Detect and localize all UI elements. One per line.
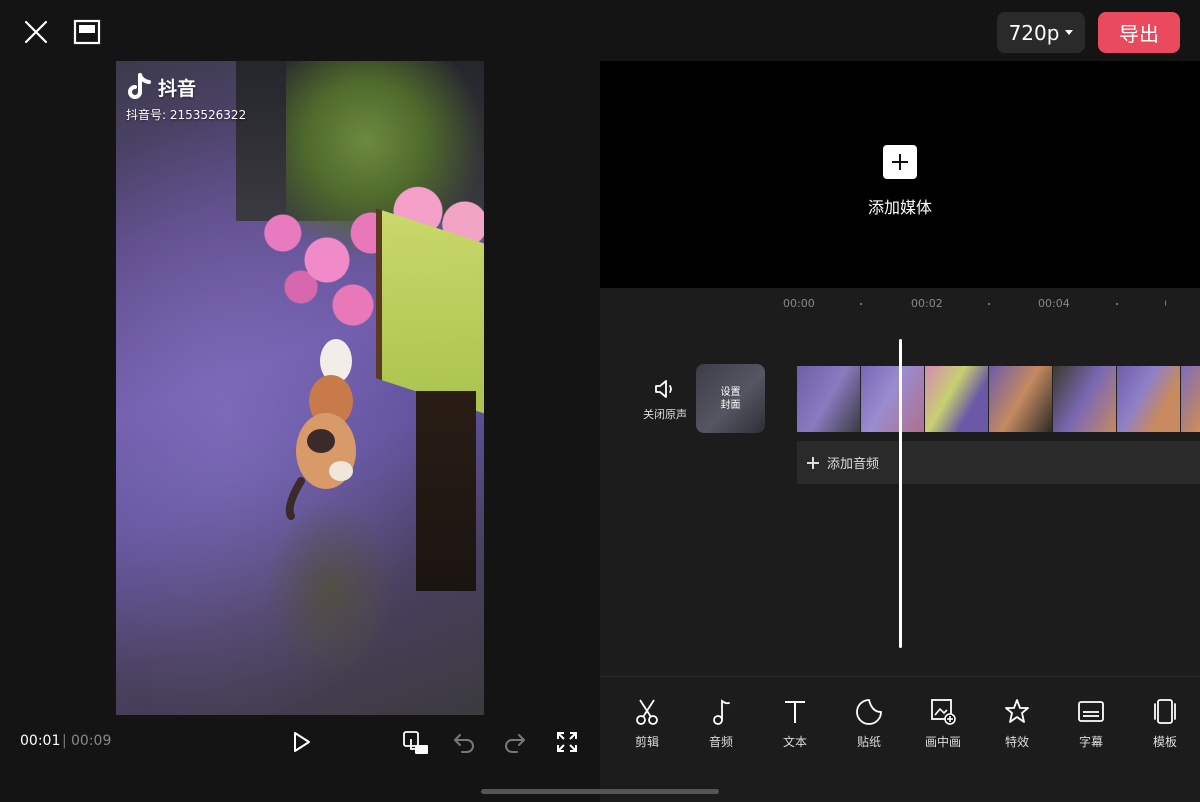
tool-edit[interactable]: 剪辑	[617, 698, 677, 754]
tool-label: 模板	[1152, 735, 1177, 749]
clip-frame	[1053, 366, 1117, 432]
play-icon	[294, 732, 310, 752]
tool-template[interactable]: 模板	[1135, 698, 1195, 754]
layout-icon	[73, 19, 101, 45]
set-cover-label: 设置 封面	[720, 387, 741, 411]
current-time: 00:01	[20, 733, 61, 749]
effects-star-icon	[1005, 699, 1029, 723]
tool-audio[interactable]: 音频	[691, 698, 751, 754]
fullscreen-icon	[557, 732, 577, 752]
tool-sticker[interactable]: 贴纸	[839, 698, 899, 754]
add-media-label: 添加媒体	[867, 198, 932, 217]
mute-original-button[interactable]	[653, 377, 677, 401]
subtitles-icon	[1078, 701, 1104, 722]
clip-frame	[925, 366, 989, 432]
tool-label: 贴纸	[856, 735, 881, 749]
mute-original-label: 关闭原声	[643, 408, 687, 421]
time-separator: |	[62, 733, 67, 749]
preview-table-leg	[416, 391, 476, 591]
keyframe-toggle-button[interactable]	[401, 729, 429, 755]
caret-down-icon	[1065, 30, 1074, 35]
clip-frame	[1181, 366, 1200, 432]
tool-label: 特效	[1004, 735, 1029, 749]
redo-button[interactable]	[503, 730, 527, 754]
close-button[interactable]	[22, 18, 50, 46]
clip-frame	[797, 366, 861, 432]
video-preview[interactable]	[116, 61, 484, 715]
add-audio-label: 添加音频	[827, 457, 880, 472]
clip-frame	[861, 366, 925, 432]
set-cover-button[interactable]: 设置 封面	[696, 364, 765, 433]
douyin-watermark: 抖音 抖音号: 2153526322	[124, 70, 324, 126]
preview-cat	[285, 339, 356, 520]
preview-shadow	[266, 501, 396, 681]
total-time: 00:09	[71, 733, 112, 749]
playhead[interactable]	[899, 339, 902, 648]
ruler-label: 00:00	[783, 297, 815, 310]
tool-picture-in-picture[interactable]: 画中画	[913, 698, 973, 754]
add-audio-button[interactable]: 添加音频	[797, 441, 1200, 484]
speaker-icon	[655, 380, 672, 398]
tool-text[interactable]: 文本	[765, 698, 825, 754]
music-note-icon	[713, 699, 730, 725]
redo-icon	[505, 734, 525, 753]
close-icon	[24, 20, 48, 44]
ruler-tick	[1165, 300, 1166, 306]
tool-effects[interactable]: 特效	[987, 698, 1047, 754]
tool-label: 字幕	[1078, 735, 1103, 749]
undo-icon	[454, 734, 474, 753]
scissors-icon	[636, 699, 658, 725]
video-clip-track[interactable]	[797, 366, 1200, 432]
ruler-label: 00:02	[911, 297, 943, 310]
home-indicator[interactable]	[481, 789, 719, 794]
watermark-name: 抖音	[158, 78, 197, 100]
tool-subtitles[interactable]: 字幕	[1061, 698, 1121, 754]
picture-in-picture-icon	[931, 699, 956, 725]
text-icon	[785, 701, 805, 723]
douyin-logo-icon	[128, 73, 151, 99]
undo-button[interactable]	[452, 730, 476, 754]
ruler-dot	[1116, 303, 1118, 305]
export-button[interactable]: 导出	[1098, 12, 1180, 53]
resolution-button[interactable]: 720p	[997, 12, 1085, 53]
keyframe-on-icon	[403, 731, 428, 754]
layout-toggle-button[interactable]	[73, 19, 101, 45]
play-button[interactable]	[289, 730, 313, 754]
ruler-label: 00:04	[1038, 297, 1070, 310]
ruler-dot	[860, 303, 862, 305]
tool-label: 画中画	[924, 735, 961, 749]
plus-icon	[807, 456, 819, 469]
sticker-icon	[856, 699, 882, 725]
clip-frame	[1117, 366, 1181, 432]
tool-label: 音频	[708, 735, 733, 749]
fullscreen-button[interactable]	[555, 730, 579, 754]
watermark-id: 抖音号: 2153526322	[126, 108, 247, 122]
toolbar-divider	[600, 676, 1200, 677]
template-icon	[1154, 699, 1176, 724]
resolution-label: 720p	[1008, 20, 1060, 45]
plus-icon	[892, 154, 908, 170]
tool-label: 剪辑	[634, 735, 659, 749]
clip-frame	[989, 366, 1053, 432]
tool-label: 文本	[782, 735, 807, 749]
add-media-button[interactable]	[883, 145, 917, 179]
ruler-dot	[988, 303, 990, 305]
